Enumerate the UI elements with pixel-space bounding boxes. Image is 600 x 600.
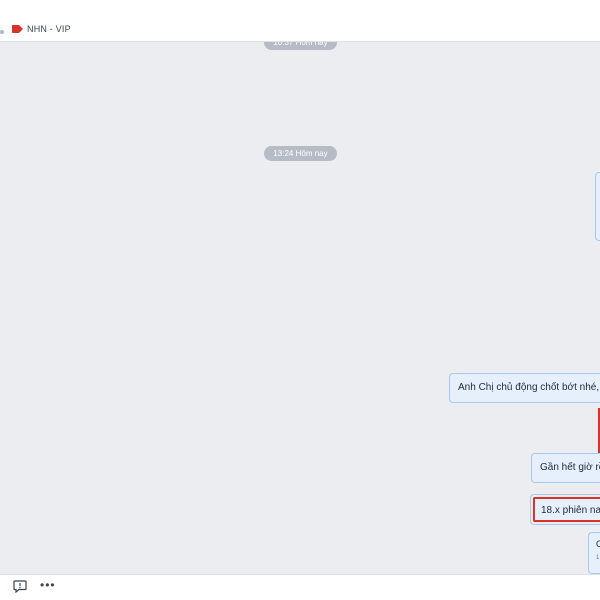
- quick-message-icon[interactable]: [13, 580, 27, 593]
- message-text: Anh Chị chủ động chốt bớt nhé, ph: [458, 382, 600, 393]
- message-text: 18.x phiên nay: [541, 505, 600, 516]
- chat-header: NHN - VIP: [0, 0, 600, 42]
- message-bubble[interactable]: C 1: [588, 532, 600, 574]
- message-text: C: [596, 539, 600, 549]
- message-list[interactable]: 10:37 Hôm nay 13:24 Hôm nay Anh Chị chủ …: [0, 42, 600, 574]
- message-bubble[interactable]: [595, 172, 600, 241]
- label-tag-icon[interactable]: [12, 25, 23, 33]
- message-text: Gần hết giờ rồ: [540, 462, 600, 473]
- time-divider: 13:24 Hôm nay: [264, 146, 337, 161]
- more-options-icon[interactable]: •••: [40, 578, 56, 592]
- message-bubble[interactable]: Anh Chị chủ động chốt bớt nhé, ph: [449, 373, 600, 403]
- composer-toolbar: •••: [0, 574, 600, 600]
- time-divider: 10:37 Hôm nay: [264, 42, 337, 50]
- message-bubble[interactable]: Gần hết giờ rồ: [531, 453, 600, 483]
- selected-message-bubble[interactable]: 18.x phiên nay: [533, 497, 600, 522]
- message-time: 1: [596, 555, 600, 561]
- header-edge-dot: [0, 30, 4, 34]
- chat-window: NHN - VIP 10:37 Hôm nay 13:24 Hôm nay An…: [0, 0, 600, 600]
- chat-name[interactable]: NHN - VIP: [27, 24, 71, 34]
